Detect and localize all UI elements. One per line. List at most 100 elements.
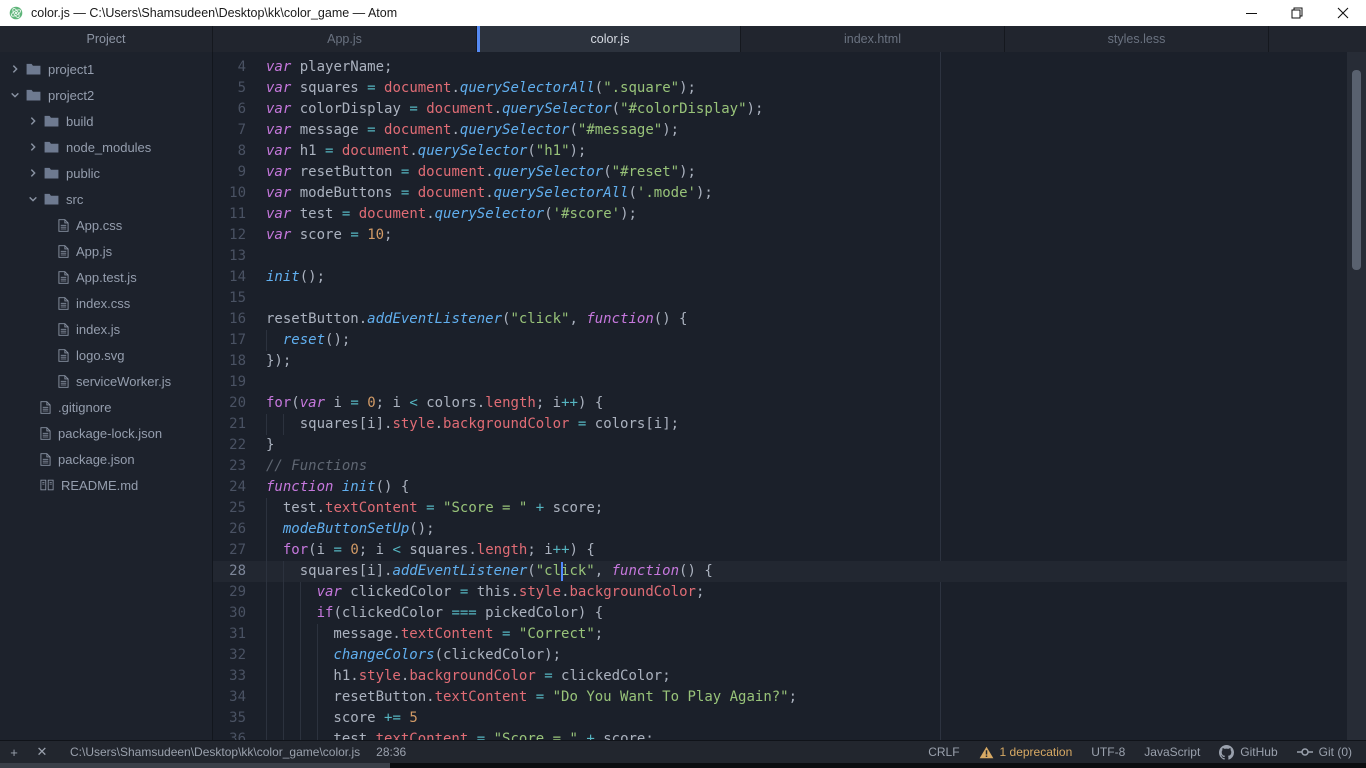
code-line[interactable]: 12 var score = 10; (213, 225, 1366, 246)
github-indicator[interactable]: GitHub (1219, 744, 1278, 760)
line-number: 20 (229, 395, 246, 411)
code-line[interactable]: 26 modeButtonSetUp(); (213, 519, 1366, 540)
code-line[interactable]: 15 (213, 288, 1366, 309)
code-text: for(i = 0; i < squares.length; i++) { (260, 540, 1366, 561)
code-line[interactable]: 23 // Functions (213, 456, 1366, 477)
line-number: 24 (229, 479, 246, 495)
tab-app-js[interactable]: App.js (213, 26, 477, 52)
plus-icon[interactable]: + (0, 745, 28, 760)
file-path[interactable]: C:\Users\Shamsudeen\Desktop\kk\color_gam… (70, 745, 360, 759)
title-bar: color.js — C:\Users\Shamsudeen\Desktop\k… (0, 0, 1366, 26)
code-line[interactable]: 14 init(); (213, 267, 1366, 288)
indent-guide (299, 603, 301, 624)
close-button[interactable] (1320, 0, 1366, 26)
code-text: // Functions (266, 458, 368, 474)
indent-guide (266, 540, 267, 561)
close-icon[interactable]: ✕ (28, 744, 56, 760)
tree-item-app-js[interactable]: App.js (0, 238, 212, 264)
line-ending-indicator[interactable]: CRLF (928, 745, 959, 759)
indent-guide (299, 708, 301, 729)
line-number: 11 (229, 206, 246, 222)
code-line[interactable]: 36 test.textContent = "Score = " + score… (213, 729, 1366, 740)
code-line[interactable]: 33 h1.style.backgroundColor = clickedCol… (213, 666, 1366, 687)
minimize-button[interactable] (1228, 0, 1274, 26)
tab-project[interactable]: Project (0, 26, 213, 52)
chevron-right-icon[interactable] (26, 116, 40, 126)
grammar-indicator[interactable]: JavaScript (1144, 745, 1200, 759)
chevron-right-icon[interactable] (26, 142, 40, 152)
code-line[interactable]: 4 var playerName; (213, 57, 1366, 78)
code-line[interactable]: 20 for(var i = 0; i < colors.length; i++)… (213, 393, 1366, 414)
git-indicator[interactable]: Git (0) (1296, 745, 1352, 759)
chevron-down-icon[interactable] (26, 194, 40, 204)
code-line[interactable]: 7 var message = document.querySelector("#… (213, 120, 1366, 141)
tree-item-readme-md[interactable]: README.md (0, 472, 212, 498)
code-text: squares[i].style.backgroundColor = color… (260, 414, 1366, 435)
vertical-scrollbar[interactable] (1347, 52, 1366, 740)
code-line[interactable]: 35 score += 5 (213, 708, 1366, 729)
code-line[interactable]: 24 function init() { (213, 477, 1366, 498)
tree-item-logo-svg[interactable]: logo.svg (0, 342, 212, 368)
tree-item-package-lock-json[interactable]: package-lock.json (0, 420, 212, 446)
line-number: 7 (237, 122, 246, 138)
tree-item-index-css[interactable]: index.css (0, 290, 212, 316)
code-line[interactable]: 27 for(i = 0; i < squares.length; i++) { (213, 540, 1366, 561)
line-number: 27 (229, 542, 246, 558)
tree-item-project2[interactable]: project2 (0, 82, 212, 108)
line-number: 8 (237, 143, 246, 159)
code-line[interactable]: 19 (213, 372, 1366, 393)
code-line[interactable]: 30 if(clickedColor === pickedColor) { (213, 603, 1366, 624)
code-line[interactable]: 21 squares[i].style.backgroundColor = co… (213, 414, 1366, 435)
code-line[interactable]: 13 (213, 246, 1366, 267)
tree-item-public[interactable]: public (0, 160, 212, 186)
indent-guide (299, 687, 301, 708)
tree-item-build[interactable]: build (0, 108, 212, 134)
code-line[interactable]: 9 var resetButton = document.querySelecto… (213, 162, 1366, 183)
code-line[interactable]: 22} (213, 435, 1366, 456)
tree-item--gitignore[interactable]: .gitignore (0, 394, 212, 420)
tab-styles-less[interactable]: styles.less (1005, 26, 1269, 52)
tab-label: Project (86, 32, 126, 46)
line-number: 16 (229, 311, 246, 327)
code-line[interactable]: 16 resetButton.addEventListener("click", … (213, 309, 1366, 330)
tab-color-js[interactable]: color.js (477, 26, 741, 52)
chevron-right-icon[interactable] (8, 64, 22, 74)
code-line[interactable]: 31 message.textContent = "Correct"; (213, 624, 1366, 645)
code-line[interactable]: 5 var squares = document.querySelectorAll… (213, 78, 1366, 99)
tree-item-app-test-js[interactable]: App.test.js (0, 264, 212, 290)
code-line[interactable]: 32 changeColors(clickedColor); (213, 645, 1366, 666)
code-line[interactable]: 10 var modeButtons = document.querySelect… (213, 183, 1366, 204)
indent-guide (282, 666, 284, 687)
deprecation-indicator[interactable]: 1 deprecation (979, 745, 1072, 759)
scrollbar-thumb[interactable] (1352, 70, 1361, 270)
tree-item-index-js[interactable]: index.js (0, 316, 212, 342)
line-number: 32 (229, 647, 246, 663)
encoding-indicator[interactable]: UTF-8 (1091, 745, 1125, 759)
tree-item-src[interactable]: src (0, 186, 212, 212)
code-line[interactable]: 18}); (213, 351, 1366, 372)
tree-item-node-modules[interactable]: node_modules (0, 134, 212, 160)
chevron-right-icon[interactable] (26, 168, 40, 178)
restore-button[interactable] (1274, 0, 1320, 26)
window-controls (1228, 0, 1366, 26)
code-line[interactable]: 11 var test = document.querySelector('#sc… (213, 204, 1366, 225)
cursor-position[interactable]: 28:36 (376, 745, 406, 759)
code-line[interactable]: 17 reset(); (213, 330, 1366, 351)
code-text: var score = 10; (266, 227, 393, 243)
code-line[interactable]: 29 var clickedColor = this.style.backgro… (213, 582, 1366, 603)
code-line[interactable]: 34 resetButton.textContent = "Do You Wan… (213, 687, 1366, 708)
tree-item-project1[interactable]: project1 (0, 56, 212, 82)
tree-item-serviceworker-js[interactable]: serviceWorker.js (0, 368, 212, 394)
code-line[interactable]: 28 squares[i].addEventListener("click", … (213, 561, 1366, 582)
code-line[interactable]: 25 test.textContent = "Score = " + score… (213, 498, 1366, 519)
file-icon (58, 218, 69, 232)
tab-index-html[interactable]: index.html (741, 26, 1005, 52)
tree-item-package-json[interactable]: package.json (0, 446, 212, 472)
code-line[interactable]: 8 var h1 = document.querySelector("h1"); (213, 141, 1366, 162)
indent-guide (266, 666, 267, 687)
editor-pane[interactable]: 4 var playerName; 5 var squares = document.… (213, 52, 1366, 740)
code-line[interactable]: 6 var colorDisplay = document.querySelect… (213, 99, 1366, 120)
chevron-down-icon[interactable] (8, 90, 22, 100)
tree-item-app-css[interactable]: App.css (0, 212, 212, 238)
